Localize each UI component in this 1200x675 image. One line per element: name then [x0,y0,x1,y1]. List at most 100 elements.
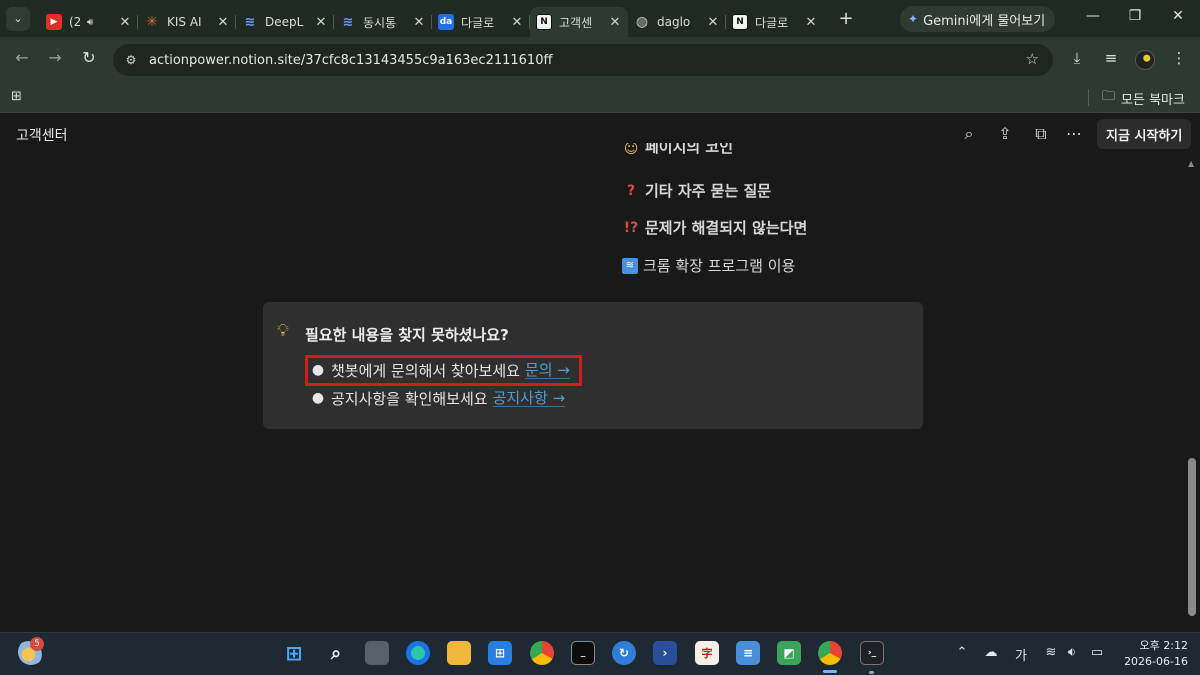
close-icon[interactable]: ✕ [706,15,720,30]
tab[interactable]: N 다글로 ✕ [726,7,824,37]
date-text: 2026-06-16 [1124,655,1188,668]
list-item: ● 공지사항을 확인해보세요 공지사항 → [311,388,566,408]
all-bookmarks-label: 모든 북마크 [1121,92,1185,108]
clock[interactable]: 오후 2:12 2026-06-16 [1118,638,1188,670]
reload-icon[interactable]: ↻ [78,48,100,67]
globe-icon: ◍ [635,14,649,30]
terminal-icon[interactable]: _ [571,641,595,665]
restore-icon[interactable]: ❐ [1125,8,1145,24]
deepl-icon: ≋ [244,14,256,30]
close-icon[interactable]: ✕ [412,15,426,30]
tab-active[interactable]: N 고객센 ✕ [530,7,628,37]
chevron-up-icon[interactable]: ⌃ [952,645,972,660]
tab-title: 동시통 [363,15,397,30]
volume-icon[interactable]: 🔉︎ [1062,645,1082,660]
scroll-down-icon[interactable]: ▼ [1188,601,1194,610]
tab-title: DeepL [265,15,304,29]
more-options-icon[interactable]: ⋯ [1063,124,1085,143]
tab-title: 고객센 [559,15,593,30]
profile-avatar[interactable] [1135,50,1155,70]
start-now-button[interactable]: 지금 시작하기 [1097,119,1192,149]
close-icon[interactable]: ✕ [314,15,328,30]
duplicate-icon[interactable]: ⧉ [1030,124,1052,144]
toc-label: 크롬 확장 프로그램 이용 [643,257,796,275]
notion-topbar: 고객센터 ⌕ ⇪ ⧉ ⋯ 지금 시작하기 [0,113,1200,157]
file-explorer-icon[interactable] [447,641,471,665]
app-icon[interactable]: 字 [695,641,719,665]
face-icon: ☺ [623,143,639,157]
tab-strip: ⌄ ▶ (2 🔊︎ ✕ ✳ KIS AI ✕ ≋ DeepL ✕ ≋ 동시통 ✕… [0,0,1200,37]
close-icon[interactable]: ✕ [510,15,524,30]
search-icon[interactable]: ⌕ [958,124,980,144]
page-title[interactable]: 고객센터 [16,125,68,145]
tab[interactable]: ≋ 동시통 ✕ [334,7,432,37]
toc-label: 페이지의 코인 [645,143,734,156]
plus-icon: + [838,8,854,29]
battery-icon[interactable]: ▭ [1087,645,1107,660]
notepad-icon[interactable]: ≡ [736,641,760,665]
tab[interactable]: ✳ KIS AI ✕ [138,7,236,37]
tab-list: ▶ (2 🔊︎ ✕ ✳ KIS AI ✕ ≋ DeepL ✕ ≋ 동시통 ✕ d… [40,0,860,37]
highlight-box [305,355,582,386]
media-queue-icon[interactable]: ≡ [1100,49,1122,67]
toc-item[interactable]: !? 문제가 해결되지 않는다면 [622,217,808,238]
callout-title: 필요한 내용을 찾지 못하셨나요? [305,326,509,344]
gemini-button[interactable]: ✦ Gemini에게 물어보기 [900,6,1056,32]
close-icon[interactable]: ✕ [608,15,622,30]
tab-title: 다글로 [755,15,789,30]
powershell-icon[interactable]: › [653,641,677,665]
close-icon[interactable]: ✕ [216,15,230,30]
sync-icon[interactable]: ↻ [612,641,636,665]
all-bookmarks-button[interactable]: 🗀 모든 북마크 [1102,87,1185,109]
toc-item[interactable]: ☺ 페이지의 코인 [622,143,733,157]
notice-link[interactable]: 공지사항 → [492,390,566,407]
back-arrow-icon[interactable]: ← [11,48,33,67]
ime-indicator[interactable]: 가 [1011,645,1031,664]
bookmark-star-icon[interactable]: ☆ [1026,50,1039,68]
store-icon[interactable]: ⊞ [488,641,512,665]
minimize-icon[interactable]: — [1083,8,1103,24]
terminal-icon[interactable]: ›_ [860,641,884,665]
cloud-icon[interactable]: ☁ [981,645,1001,660]
youtube-icon: ▶ [46,14,62,30]
page-content: 고객센터 ⌕ ⇪ ⧉ ⋯ 지금 시작하기 ☺ 페이지의 코인 ? 기타 자주 묻… [0,113,1200,632]
share-icon[interactable]: ⇪ [994,124,1016,143]
new-tab-button[interactable]: + [832,8,860,29]
notion-icon: N [732,14,748,30]
chrome-icon[interactable] [530,641,554,665]
address-bar[interactable]: ⚙ actionpower.notion.site/37cfc8c1314345… [113,44,1053,76]
close-icon[interactable]: ✕ [804,15,818,30]
menu-kebab-icon[interactable]: ⋮ [1168,49,1190,67]
tab-search-button[interactable]: ⌄ [6,6,30,31]
tab[interactable]: da 다글로 ✕ [432,7,530,37]
list-item-text: 공지사항을 확인해보세요 [331,389,488,408]
chrome-profile-icon[interactable] [818,641,842,665]
gemini-label: Gemini에게 물어보기 [923,13,1046,29]
close-icon[interactable]: ✕ [118,15,132,30]
toc-item[interactable]: ≋ 크롬 확장 프로그램 이용 [622,255,795,276]
apps-grid-icon[interactable]: ⊞ [11,89,22,104]
site-settings-icon[interactable]: ⚙ [123,53,139,67]
tab[interactable]: ≋ DeepL ✕ [236,7,334,37]
windows-start-icon[interactable]: ⊞ [282,641,306,665]
bookmarks-bar: ⊞ 🗀 모든 북마크 [0,82,1200,113]
tab[interactable]: ◍ daglo ✕ [628,7,726,37]
scrollbar-thumb[interactable] [1188,458,1196,616]
notification-badge: 5 [30,637,44,651]
scroll-up-icon[interactable]: ▲ [1188,159,1194,168]
edge-icon[interactable] [406,641,430,665]
forward-arrow-icon[interactable]: → [44,48,66,67]
window-close-icon[interactable]: ✕ [1168,8,1188,24]
task-view-icon[interactable] [365,641,389,665]
speaker-icon[interactable]: 🔊︎ [87,17,93,28]
toc-item[interactable]: ? 기타 자주 묻는 질문 [622,180,771,201]
wifi-icon[interactable]: ≋ [1041,645,1061,660]
download-icon[interactable]: ⤓ [1066,49,1088,67]
url-text[interactable]: actionpower.notion.site/37cfc8c13143455c… [149,53,552,68]
toc-label: 기타 자주 묻는 질문 [645,182,772,200]
search-icon[interactable]: ⌕ [324,641,348,665]
image-viewer-icon[interactable]: ◩ [777,641,801,665]
screen: ⌄ ▶ (2 🔊︎ ✕ ✳ KIS AI ✕ ≋ DeepL ✕ ≋ 동시통 ✕… [0,0,1200,675]
signal-icon: ≋ [622,257,638,274]
tab[interactable]: ▶ (2 🔊︎ ✕ [40,7,138,37]
